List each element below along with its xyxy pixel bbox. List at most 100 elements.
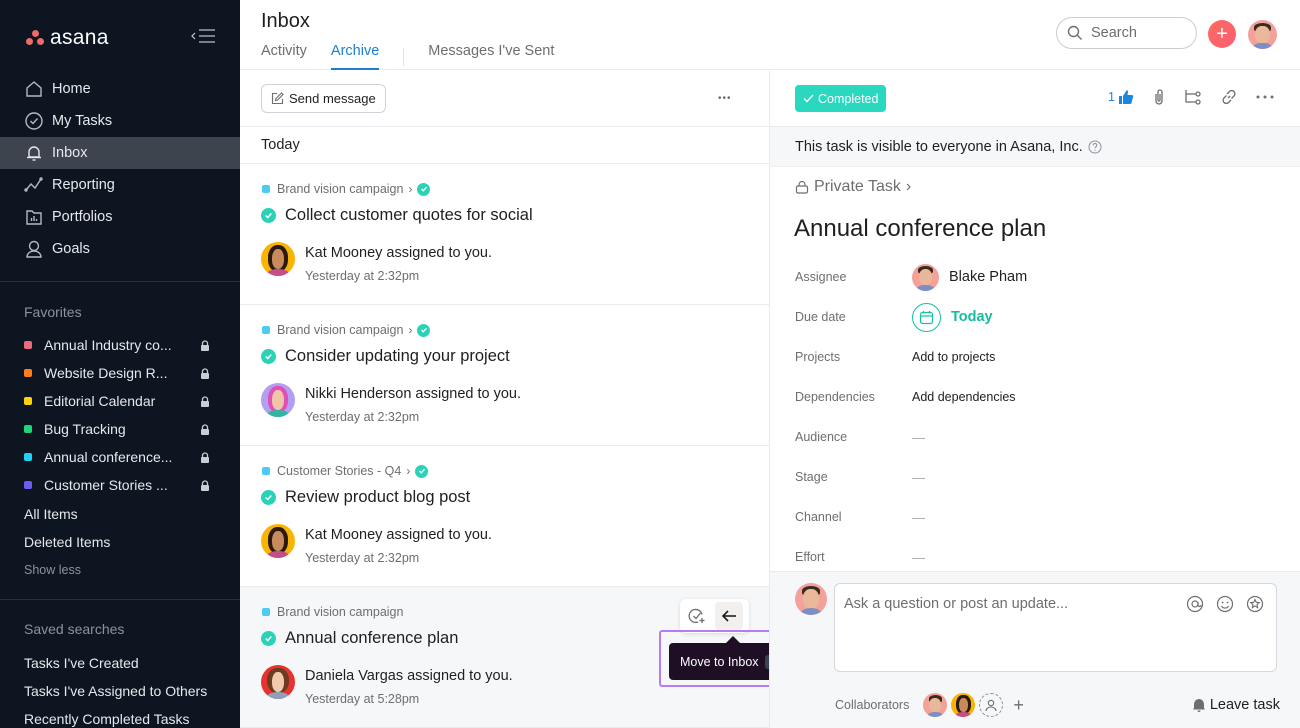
field-label: Dependencies <box>795 390 875 404</box>
add-task-button[interactable] <box>683 602 711 630</box>
sidebar-item-my-tasks[interactable]: My Tasks <box>0 105 240 137</box>
task-title[interactable]: Review product blog post <box>261 488 470 507</box>
activity-row: Kat Mooney assigned to you. Yesterday at… <box>261 242 492 283</box>
task-detail-title[interactable]: Annual conference plan <box>794 215 1046 243</box>
comment-placeholder: Ask a question or post an update... <box>844 596 1069 612</box>
favorite-item[interactable]: Annual conference... <box>0 443 240 471</box>
current-user-avatar <box>795 583 827 615</box>
add-collaborator-button[interactable]: + <box>1013 695 1024 716</box>
sidebar-item-inbox[interactable]: Inbox <box>0 137 240 169</box>
sidebar-collapse-button[interactable] <box>190 27 218 45</box>
send-message-button[interactable]: Send message <box>261 84 386 113</box>
all-items-link[interactable]: All Items <box>24 506 78 522</box>
favorite-label: Website Design R... <box>44 365 168 381</box>
quick-add-button[interactable]: + <box>1208 20 1236 48</box>
collaborator-avatar[interactable] <box>923 693 948 717</box>
task-title[interactable]: Annual conference plan <box>261 629 458 648</box>
like-button[interactable]: 1 <box>1108 89 1134 105</box>
subtask-button[interactable] <box>1184 89 1202 105</box>
project-color-dot <box>24 397 32 405</box>
item-hover-actions <box>680 599 749 633</box>
project-color-dot <box>262 326 270 334</box>
sidebar-item-home[interactable]: Home <box>0 73 240 105</box>
favorite-item[interactable]: Customer Stories ... <box>0 471 240 499</box>
project-breadcrumb[interactable]: Brand vision campaign <box>262 605 403 619</box>
user-avatar[interactable] <box>1248 20 1277 49</box>
appreciation-button[interactable] <box>1246 595 1264 613</box>
task-title[interactable]: Consider updating your project <box>261 347 510 366</box>
add-dependencies-link[interactable]: Add dependencies <box>912 390 1016 404</box>
favorite-item[interactable]: Bug Tracking <box>0 415 240 443</box>
help-icon[interactable] <box>1088 140 1102 154</box>
activity-row: Daniela Vargas assigned to you. Yesterda… <box>261 665 513 706</box>
deleted-items-link[interactable]: Deleted Items <box>24 534 110 550</box>
sidebar-item-reporting[interactable]: Reporting <box>0 169 240 201</box>
completed-button[interactable]: Completed <box>795 85 887 112</box>
attach-button[interactable] <box>1152 88 1166 106</box>
private-task-breadcrumb[interactable]: Private Task › <box>795 178 911 196</box>
activity-action: assigned to you. <box>411 386 522 402</box>
arrow-left-icon <box>721 610 736 622</box>
field-label: Projects <box>795 350 841 364</box>
favorite-item[interactable]: Editorial Calendar <box>0 387 240 415</box>
mention-button[interactable] <box>1186 595 1204 613</box>
due-date-value[interactable]: Today <box>912 302 993 332</box>
project-breadcrumb[interactable]: Customer Stories - Q4 › <box>262 464 429 478</box>
copy-link-button[interactable] <box>1220 88 1238 106</box>
completed-check-icon <box>261 208 276 223</box>
field-label: Due date <box>795 310 846 324</box>
thumbs-up-icon <box>1119 90 1134 104</box>
activity-action: assigned to you. <box>403 668 513 684</box>
activity-action: assigned to you. <box>382 245 493 261</box>
tab-archive[interactable]: Archive <box>330 43 380 70</box>
sidebar-item-portfolios[interactable]: Portfolios <box>0 201 240 233</box>
completed-check-icon <box>261 490 276 505</box>
inbox-item[interactable]: Customer Stories - Q4 › Review product b… <box>240 446 769 587</box>
at-mention-icon <box>1186 595 1204 613</box>
sidebar-item-goals[interactable]: Goals <box>0 233 240 265</box>
add-to-projects-link[interactable]: Add to projects <box>912 350 995 364</box>
activity-text: Kat Mooney assigned to you. <box>305 527 492 543</box>
favorite-item[interactable]: Website Design R... <box>0 359 240 387</box>
tab-activity[interactable]: Activity <box>261 43 307 70</box>
activity-row: Kat Mooney assigned to you. Yesterday at… <box>261 524 492 565</box>
audience-value[interactable]: — <box>912 430 925 445</box>
search-input[interactable]: Search <box>1056 17 1197 49</box>
task-title[interactable]: Collect customer quotes for social <box>261 206 533 225</box>
project-breadcrumb[interactable]: Brand vision campaign › <box>262 323 431 337</box>
like-count: 1 <box>1108 90 1115 104</box>
check-circle-icon <box>25 112 43 130</box>
assignee-value[interactable]: Blake Pham <box>912 263 1027 291</box>
channel-value[interactable]: — <box>912 510 925 525</box>
saved-searches-title: Saved searches <box>24 621 125 637</box>
leave-task-button[interactable]: Leave task <box>1192 697 1280 713</box>
stage-value[interactable]: — <box>912 470 925 485</box>
tab-messages-sent[interactable]: Messages I've Sent <box>428 43 554 70</box>
person-icon <box>985 699 997 712</box>
activity-timestamp: Yesterday at 2:32pm <box>305 269 420 283</box>
completed-check-icon <box>261 631 276 646</box>
task-title-text: Review product blog post <box>285 488 471 506</box>
more-actions-button[interactable] <box>1256 95 1274 99</box>
add-collaborator-placeholder[interactable] <box>979 693 1004 717</box>
move-to-inbox-button[interactable] <box>715 602 743 630</box>
saved-search-item[interactable]: Tasks I've Assigned to Others <box>24 683 207 699</box>
favorite-item[interactable]: Annual Industry co... <box>0 331 240 359</box>
inbox-item[interactable]: Brand vision campaign › Collect customer… <box>240 164 769 305</box>
show-less-link[interactable]: Show less <box>24 563 81 577</box>
field-label: Stage <box>795 470 828 484</box>
comment-input[interactable]: Ask a question or post an update... <box>834 583 1277 672</box>
project-breadcrumb[interactable]: Brand vision campaign › <box>262 182 431 196</box>
emoji-button[interactable] <box>1216 595 1234 613</box>
inbox-tabs: Activity Archive Messages I've Sent <box>261 43 554 70</box>
check-plus-icon <box>688 608 705 624</box>
effort-value[interactable]: — <box>912 550 925 565</box>
saved-search-item[interactable]: Tasks I've Created <box>24 655 139 671</box>
more-options-button[interactable]: ••• <box>718 94 732 104</box>
saved-search-item[interactable]: Recently Completed Tasks <box>24 711 189 727</box>
compose-icon <box>271 92 284 105</box>
page-title: Inbox <box>261 10 310 32</box>
asana-logo[interactable]: asana <box>26 26 109 50</box>
collaborator-avatar[interactable] <box>951 693 976 717</box>
inbox-item[interactable]: Brand vision campaign › Consider updatin… <box>240 305 769 446</box>
